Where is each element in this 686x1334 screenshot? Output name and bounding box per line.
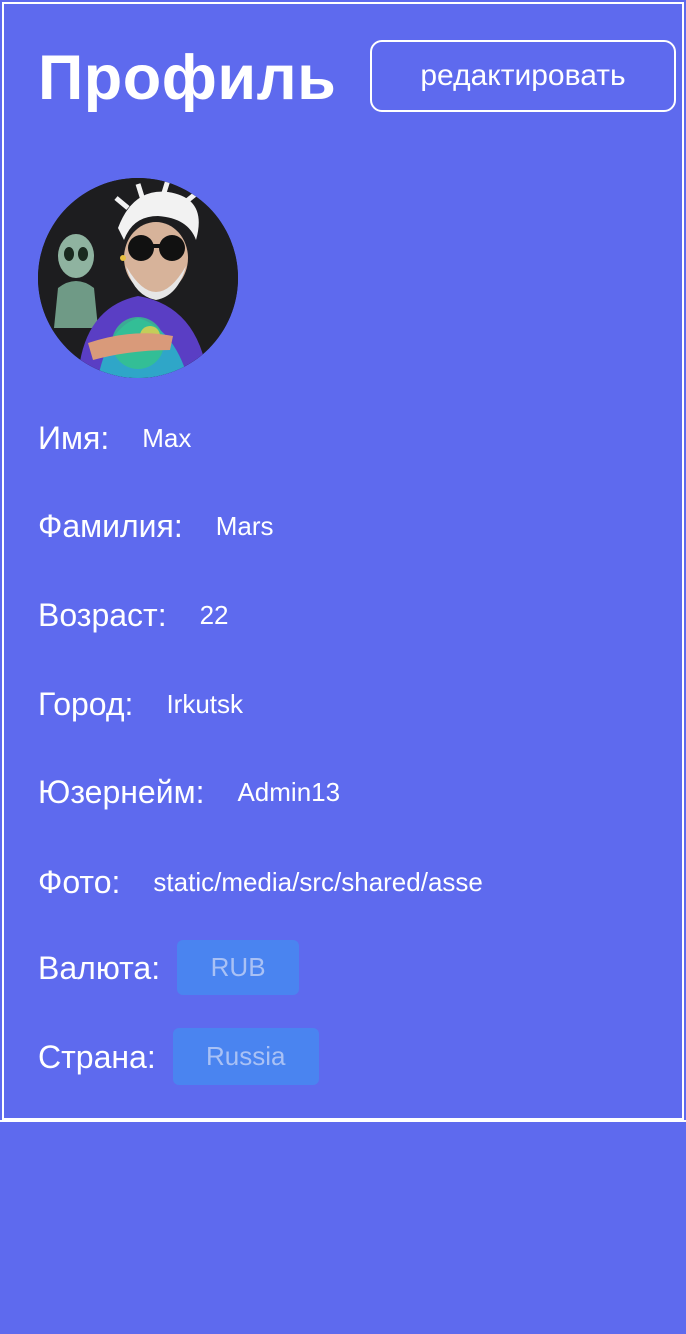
avatar — [38, 178, 238, 378]
edit-button[interactable]: редактировать — [370, 40, 676, 112]
field-age: Возраст: 22 — [38, 595, 229, 635]
first-name-label: Имя: — [38, 420, 110, 456]
field-photo: Фото: static/media/src/shared/asse — [38, 862, 483, 902]
currency-label: Валюта: — [38, 949, 161, 986]
field-city: Город: Irkutsk — [38, 684, 243, 724]
profile-card: Профиль редактировать Имя: Max Фамилия: … — [2, 2, 684, 1120]
photo-value: static/media/src/shared/asse — [153, 867, 483, 897]
field-currency: Валюта: RUB — [38, 940, 300, 995]
field-first-name: Имя: Max — [38, 418, 191, 458]
city-label: Город: — [38, 686, 134, 722]
photo-label: Фото: — [38, 864, 121, 900]
page-title: Профиль — [38, 43, 337, 113]
age-label: Возраст: — [38, 597, 167, 633]
last-name-value: Mars — [215, 511, 274, 541]
currency-select[interactable]: RUB — [177, 940, 300, 995]
city-value: Irkutsk — [166, 689, 244, 719]
age-value: 22 — [199, 600, 229, 630]
username-value: Admin13 — [237, 777, 341, 807]
username-label: Юзернейм: — [38, 774, 205, 810]
first-name-value: Max — [142, 423, 192, 453]
country-select[interactable]: Russia — [172, 1028, 319, 1085]
last-name-label: Фамилия: — [38, 508, 183, 544]
field-username: Юзернейм: Admin13 — [38, 772, 340, 812]
country-label: Страна: — [38, 1038, 156, 1075]
avatar-illustration-icon — [38, 178, 238, 378]
profile-page: Профиль редактировать Имя: Max Фамилия: … — [0, 0, 686, 1334]
field-country: Страна: Russia — [38, 1028, 319, 1085]
divider — [0, 1120, 686, 1122]
field-last-name: Фамилия: Mars — [38, 506, 274, 546]
